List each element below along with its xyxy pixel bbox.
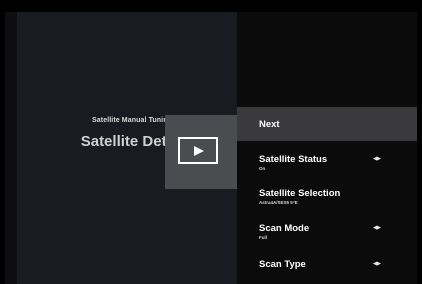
menu-item-label: Next <box>259 119 280 130</box>
menu-item-label: Scan Type <box>259 259 306 270</box>
menu-item-label: Satellite Status <box>259 154 328 165</box>
tv-screen: Satellite Manual Tuning Satellite Detail… <box>5 12 417 284</box>
menu-item-label: Satellite Selection <box>259 188 341 199</box>
menu-item-label: Scan Mode <box>259 223 310 234</box>
menu-item-satellite-status[interactable]: Satellite Status On ◀▶ <box>237 145 417 179</box>
menu-item-scan-type[interactable]: Scan Type ◀▶ <box>237 249 417 279</box>
menu-item-value: On <box>259 166 266 171</box>
menu-item-next[interactable]: Next <box>237 107 417 141</box>
left-right-arrows-icon: ◀▶ <box>373 261 381 267</box>
play-icon <box>178 137 218 164</box>
left-right-arrows-icon: ◀▶ <box>373 225 381 231</box>
play-button[interactable] <box>165 115 237 189</box>
menu-item-value: Astra4A/SES5 5°E <box>259 200 298 205</box>
menu-item-value: Full <box>259 235 267 240</box>
menu-item-satellite-selection[interactable]: Satellite Selection Astra4A/SES5 5°E <box>237 179 417 213</box>
left-right-arrows-icon: ◀▶ <box>373 156 381 162</box>
menu-item-scan-mode[interactable]: Scan Mode Full ◀▶ <box>237 213 417 247</box>
